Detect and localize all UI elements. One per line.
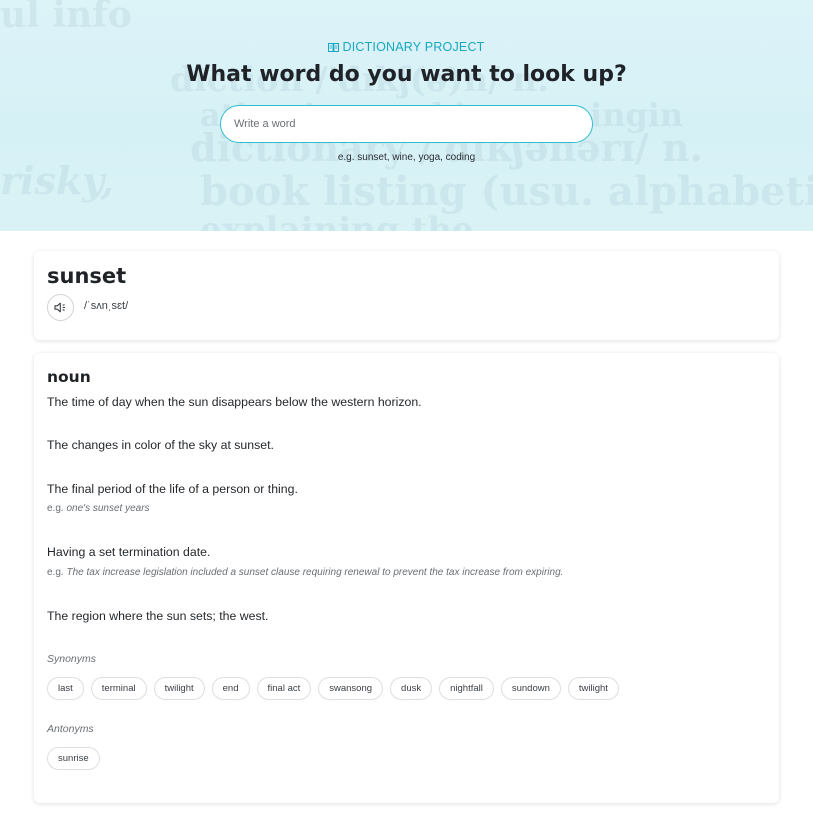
definition-example: e.g. The tax increase legislation includ… [47, 567, 563, 578]
part-of-speech: noun [47, 368, 91, 386]
definition: The changes in color of the sky at sunse… [47, 438, 274, 452]
synonym-chip[interactable]: terminal [90, 677, 147, 700]
antonyms-label: Antonyms [47, 723, 94, 735]
example-text: The tax increase legislation included a … [66, 567, 564, 578]
definition: Having a set termination date. [47, 545, 211, 559]
phonetic: /ˈsʌnˌsɛt/ [84, 300, 129, 312]
header-hero: ul info diction /'dɪkʃ(ə)n/ n. ation in … [0, 0, 813, 231]
speaker-icon [54, 298, 67, 317]
book-icon [328, 41, 340, 55]
search-input[interactable] [220, 105, 593, 143]
brand-label: DICTIONARY PROJECT [0, 40, 813, 55]
example-prefix: e.g. [47, 567, 64, 578]
synonym-chip[interactable]: swansong [318, 677, 384, 700]
synonym-chip[interactable]: twilight [153, 677, 205, 700]
antonyms-list: sunrise [47, 747, 100, 770]
play-audio-button[interactable] [47, 294, 74, 321]
search-hint: e.g. sunset, wine, yoga, coding [337, 152, 476, 163]
brand-label-text: DICTIONARY PROJECT [342, 40, 485, 54]
synonyms-list: last terminal twilight end final act swa… [47, 677, 619, 700]
meaning-card: noun The time of day when the sun disapp… [34, 353, 779, 803]
definition-example: e.g. one's sunset years [47, 503, 150, 514]
example-prefix: e.g. [47, 503, 64, 514]
synonym-chip[interactable]: end [211, 677, 250, 700]
page-title: What word do you want to look up? [186, 62, 627, 87]
word-title: sunset [47, 264, 127, 288]
word-card: sunset /ˈsʌnˌsɛt/ [34, 251, 779, 340]
synonym-chip[interactable]: final act [256, 677, 312, 700]
example-text: one's sunset years [66, 503, 150, 514]
synonyms-label: Synonyms [47, 653, 97, 665]
definition: The region where the sun sets; the west. [47, 609, 269, 623]
synonym-chip[interactable]: twilight [567, 677, 619, 700]
definition: The time of day when the sun disappears … [47, 395, 422, 409]
antonym-chip[interactable]: sunrise [47, 747, 100, 770]
synonym-chip[interactable]: sundown [500, 677, 561, 700]
synonym-chip[interactable]: nightfall [439, 677, 494, 700]
synonym-chip[interactable]: last [47, 677, 84, 700]
synonym-chip[interactable]: dusk [390, 677, 433, 700]
definition: The final period of the life of a person… [47, 482, 298, 496]
